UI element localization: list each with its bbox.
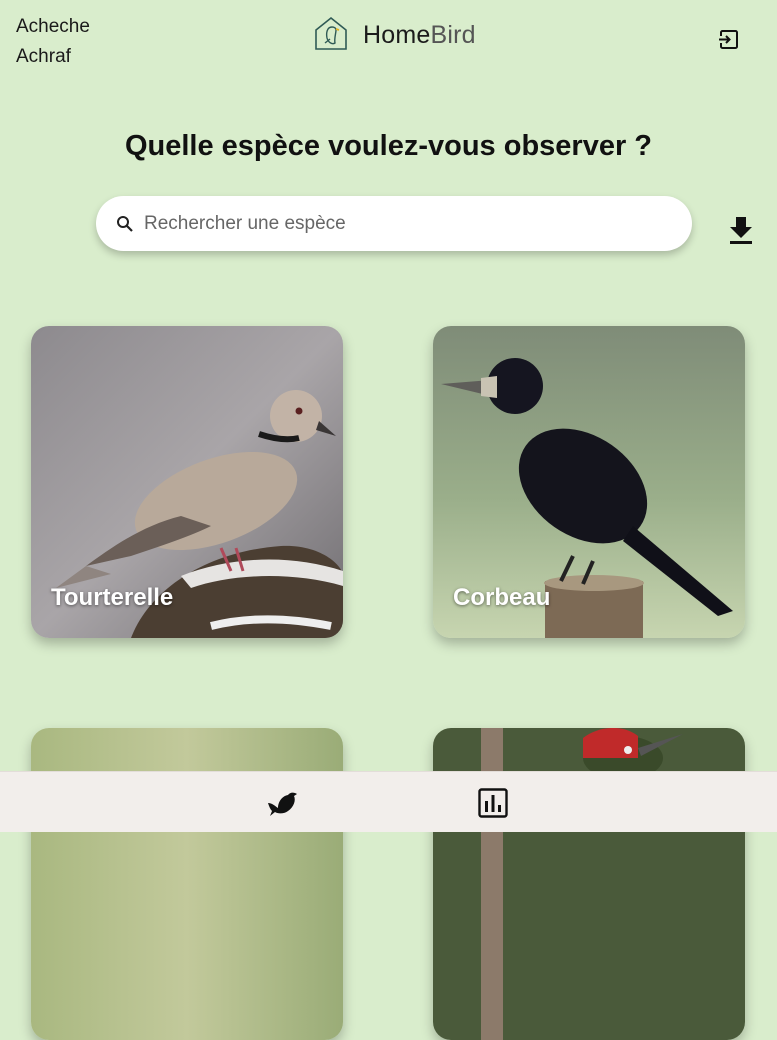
user-name: Acheche Achraf [16,12,90,72]
app-name-main: Home [363,21,431,49]
nav-stats-button[interactable] [477,787,511,821]
search-input[interactable] [142,211,666,236]
download-icon [730,217,752,244]
species-card-tourterelle[interactable]: Tourterelle [31,326,343,638]
app-name-accent: Bird [430,21,476,49]
species-card-corbeau[interactable]: Corbeau [433,326,745,638]
nav-species-button[interactable] [266,787,300,821]
bird-icon [268,792,297,816]
user-first-line: Acheche [16,16,90,37]
chart-icon [478,788,508,818]
search-bar[interactable] [96,196,692,251]
logout-button[interactable] [716,27,742,53]
logout-icon [718,30,738,49]
house-bird-logo-icon [313,15,349,56]
app-name: HomeBird [363,21,476,50]
species-name: Tourterelle [51,584,174,611]
search-icon [117,215,133,232]
species-name: Corbeau [453,584,551,611]
download-button[interactable] [727,214,755,246]
bottom-navigation [0,771,777,832]
app-brand: HomeBird [313,15,476,56]
user-second-line: Achraf [16,46,71,67]
page-title: Quelle espèce voulez-vous observer ? [124,130,653,162]
